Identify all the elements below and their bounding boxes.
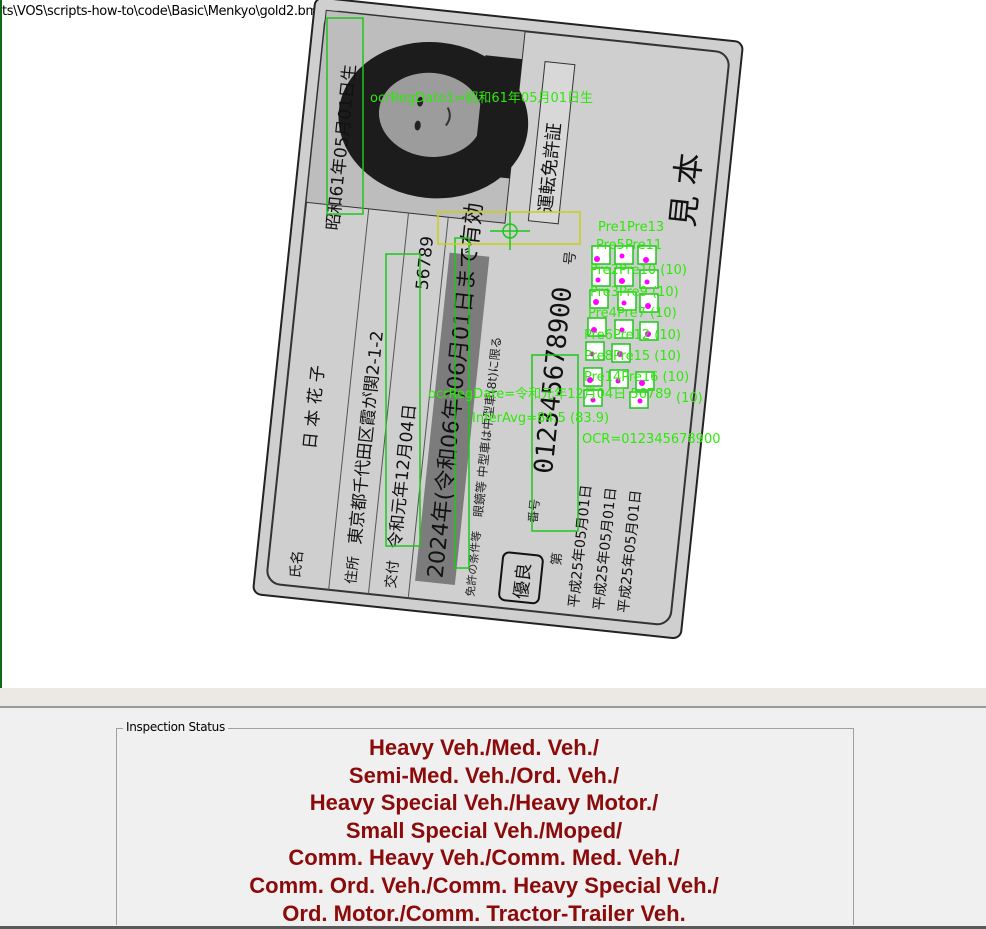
overlay-ocr-reg-date1: ocrRegDate1=昭和61年05月01日生	[370, 91, 593, 106]
status-line: Heavy Veh./Med. Veh./	[369, 735, 599, 760]
overlay-ocr: OCR=012345678900	[582, 432, 721, 447]
overlay-ocr-reg-date: ocrRegDate=令和元年12月04日 56789	[428, 387, 672, 402]
license-image: 2024年(令和06年)06月01日まで有効 氏名 日 本 花 子 昭和61年0…	[252, 0, 744, 640]
overlay-row-2: Pre3Pre9 (10)	[590, 285, 679, 300]
issue-label: 交付	[382, 560, 402, 590]
status-line: Ord. Motor./Comm. Tractor-Trailer Veh.	[282, 900, 686, 926]
address-label: 住所	[343, 555, 362, 585]
number-suffix: 号	[562, 250, 579, 266]
status-line: Small Special Veh./Moped/	[345, 817, 623, 843]
gold-badge: 優良	[511, 562, 536, 600]
status-line: Semi-Med. Veh./Ord. Veh./	[348, 762, 620, 788]
overlay-suffix-10: (10)	[676, 391, 703, 406]
overlay-row-6: Pre14Pre16 (10)	[584, 370, 689, 385]
pane-splitter[interactable]	[0, 688, 986, 708]
overlay-row-5: Pre8Pre15 (10)	[584, 349, 681, 364]
number-label: 番号	[526, 498, 542, 523]
class-label: 第	[549, 552, 565, 567]
overlay-row-4: Pre6Pre12 (10)	[584, 328, 681, 343]
overlay-pre-b: Pre5Pre11	[596, 238, 662, 253]
overlay-infer-avg: InferAvg=84.5 (83.9)	[472, 411, 609, 426]
inspection-status-text: Heavy Veh./Med. Veh./ Semi-Med. Veh./Ord…	[116, 734, 852, 927]
status-line: Heavy Special Veh./Heavy Motor./	[309, 790, 659, 816]
status-panel: Inspection Status Heavy Veh./Med. Veh./ …	[0, 708, 986, 929]
overlay-row-3: Pre4Pre7 (10)	[588, 306, 677, 321]
status-line: Comm. Heavy Veh./Comm. Med. Veh./	[288, 845, 680, 871]
image-viewer[interactable]: ts\VOS\scripts-how-to\code\Basic\Menkyo\…	[0, 0, 986, 688]
overlay-row-1: Pre2Pre10 (10)	[590, 263, 687, 278]
seal-text: 見 本	[664, 151, 710, 229]
overlay-pre-a: Pre1Pre13	[598, 220, 664, 235]
name-label: 氏名	[288, 550, 307, 580]
status-line: Comm. Ord. Veh./Comm. Heavy Special Veh.…	[249, 872, 719, 898]
inspection-status-label: Inspection Status	[123, 720, 228, 734]
